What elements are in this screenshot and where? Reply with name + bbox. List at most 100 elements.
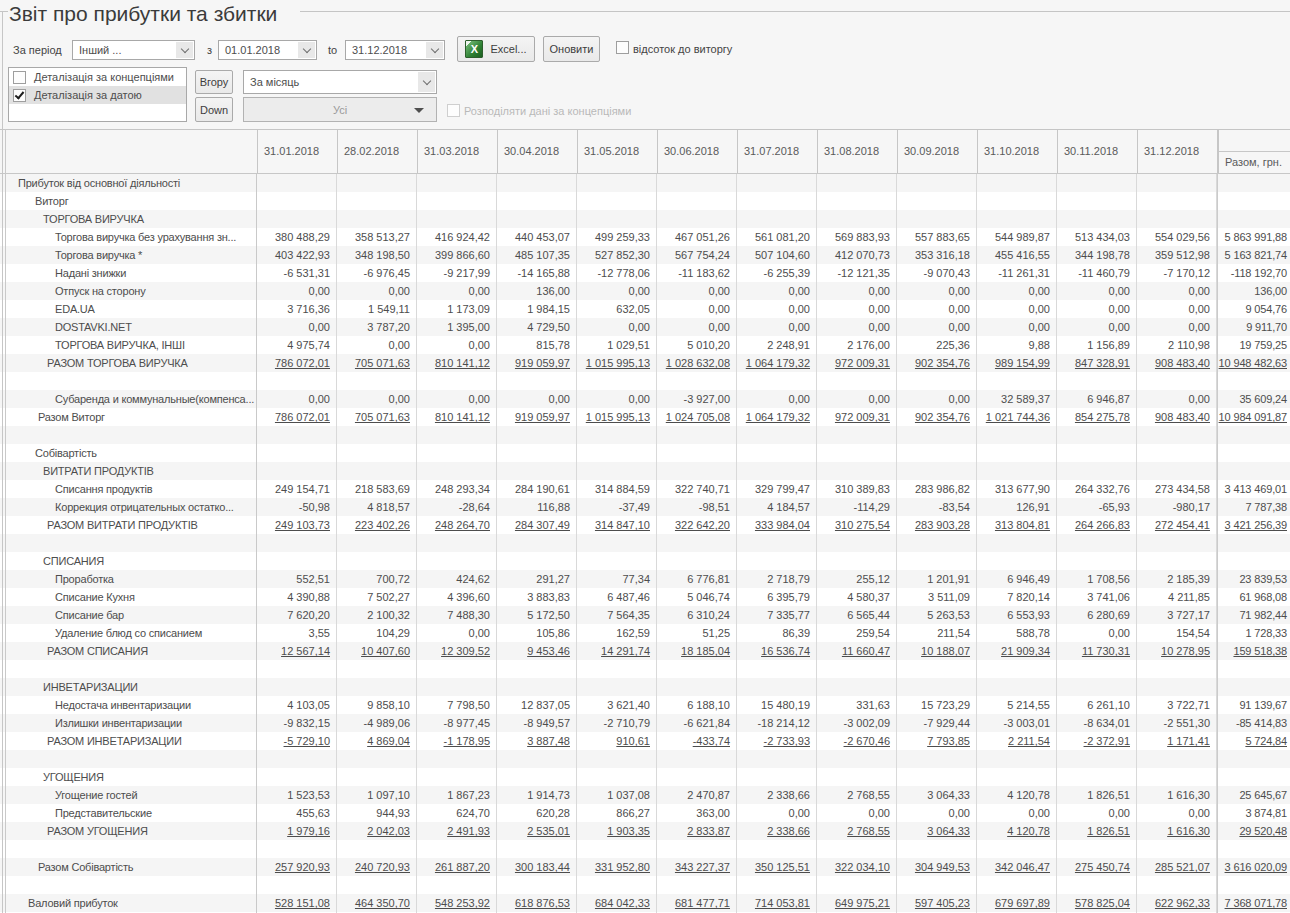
table-row[interactable]: ТОРГОВА ВИРУЧКА, ІНШІ4 975,740,000,00815… [0,336,1290,354]
down-button[interactable]: Down [195,97,233,122]
table-row[interactable]: РАЗОМ ИНВЕТАРИЗАЦИИ-5 729,104 869,04-1 1… [0,732,1290,750]
table-row[interactable]: Надані знижки-6 531,31-6 976,45-9 217,99… [0,264,1290,282]
detail-option-date[interactable]: Деталізація за датою [9,86,186,104]
column-header[interactable]: 31.05.2018 [577,130,657,173]
refresh-button[interactable]: Оновити [543,36,600,62]
cell: 0,00 [817,300,897,318]
cell [897,840,977,858]
cell: 1 064 179,32 [737,408,817,426]
cell: 1 549,11 [337,300,417,318]
cell: 1 097,10 [337,786,417,804]
table-row[interactable]: Торгова виручка без урахування зн...380 … [0,228,1290,246]
column-header[interactable]: 30.11.2018 [1057,130,1137,173]
cell: 313 677,90 [977,480,1057,498]
table-row[interactable]: СПИСАНИЯ [0,552,1290,570]
cell: 2 535,01 [497,822,577,840]
table-row[interactable] [0,660,1290,678]
table-row[interactable]: DOSTAVKI.NET0,003 787,201 395,004 729,50… [0,318,1290,336]
cell: 554 029,56 [1137,228,1217,246]
chevron-down-icon[interactable] [176,42,193,58]
table-row[interactable]: Прибуток від основної діяльності [0,174,1290,192]
column-header[interactable]: 30.06.2018 [657,130,737,173]
chevron-down-icon[interactable] [426,42,443,58]
cell: 18 185,04 [657,642,737,660]
table-row[interactable]: ТОРГОВА ВИРУЧКА [0,210,1290,228]
table-row[interactable]: Удаление блюд со списанием3,55104,290,00… [0,624,1290,642]
table-row[interactable]: Излишки инвентаризации-9 832,15-4 989,06… [0,714,1290,732]
table-row[interactable]: Представительские455,63944,93624,70620,2… [0,804,1290,822]
table-row[interactable]: Списание Кухня4 390,887 502,274 396,603 … [0,588,1290,606]
detail-option-concepts[interactable]: Деталізація за концепціями [9,68,186,86]
cell [497,552,577,570]
concepts-checkbox[interactable] [13,71,26,84]
row-label: РАЗОМ ИНВЕТАРИЗАЦИИ [0,732,257,750]
cell: 2 718,79 [737,570,817,588]
table-row[interactable] [0,840,1290,858]
column-header[interactable]: 31.01.2018 [257,130,337,173]
table-row[interactable]: ВИТРАТИ ПРОДУКТІВ [0,462,1290,480]
table-row[interactable]: Списання продуктів249 154,71218 583,6924… [0,480,1290,498]
percent-checkbox[interactable] [616,41,629,54]
date-from-input[interactable]: 01.01.2018 [218,40,317,60]
table-row[interactable] [0,426,1290,444]
cell: 1 903,35 [577,822,657,840]
column-header[interactable]: 31.12.2018 [1137,130,1217,173]
table-row[interactable]: Списание бар7 620,202 100,327 488,305 17… [0,606,1290,624]
total-column-header[interactable]: Разом, грн. [1217,130,1290,173]
cell: 353 316,18 [897,246,977,264]
table-row[interactable]: УГОЩЕНИЯ [0,768,1290,786]
table-row[interactable]: РАЗОМ УГОЩЕНИЯ1 979,162 042,032 491,932 … [0,822,1290,840]
chevron-down-icon[interactable] [298,42,315,58]
date-checkbox[interactable] [13,89,26,102]
table-row[interactable]: Субаренда и коммунальные(компенса...0,00… [0,390,1290,408]
table-row[interactable]: EDA.UA3 716,361 549,111 173,091 984,1563… [0,300,1290,318]
excel-button[interactable]: X Excel... [457,36,535,62]
table-row[interactable]: ИНВЕТАРИЗАЦИИ [0,678,1290,696]
cell [817,660,897,678]
table-row[interactable]: Проработка552,51700,72424,62291,2777,346… [0,570,1290,588]
cell: 105,86 [497,624,577,642]
column-header[interactable]: 28.02.2018 [337,130,417,173]
table-row[interactable] [0,750,1290,768]
table-row[interactable]: Разом Собівартість257 920,93240 720,9326… [0,858,1290,876]
table-row[interactable]: Коррекция отрицательных остатко...-50,98… [0,498,1290,516]
cell [977,192,1057,210]
table-row[interactable]: Отпуск на сторону0,000,000,00136,000,000… [0,282,1290,300]
table-row[interactable]: Недостача инвентаризации4 103,059 858,10… [0,696,1290,714]
label-column-header [0,130,257,173]
column-header[interactable]: 31.03.2018 [417,130,497,173]
chevron-down-icon[interactable] [418,72,435,92]
table-row[interactable]: РАЗОМ ТОРГОВА ВИРУЧКА786 072,01705 071,6… [0,354,1290,372]
table-row[interactable] [0,534,1290,552]
table-row[interactable]: Валовий прибуток528 151,08464 350,70548 … [0,894,1290,912]
table-row[interactable] [0,876,1290,894]
table-row[interactable]: Угощение гостей1 523,531 097,101 867,231… [0,786,1290,804]
table-row[interactable]: Собівартість [0,444,1290,462]
cell [497,840,577,858]
column-header[interactable]: 30.04.2018 [497,130,577,173]
cell: 333 984,04 [737,516,817,534]
period-select[interactable]: Інший ... [72,40,195,60]
row-label [0,876,257,894]
table-row[interactable]: Разом Виторг786 072,01705 071,63810 141,… [0,408,1290,426]
cell: 810 141,12 [417,408,497,426]
column-header[interactable]: 31.10.2018 [977,130,1057,173]
column-header[interactable]: 31.07.2018 [737,130,817,173]
table-row[interactable]: РАЗОМ СПИСАНИЯ12 567,1410 407,6012 309,5… [0,642,1290,660]
up-button[interactable]: Вгору [195,70,233,94]
table-row[interactable] [0,372,1290,390]
table-row[interactable]: РАЗОМ ВИТРАТИ ПРОДУКТІВ249 103,73223 402… [0,516,1290,534]
row-label: Коррекция отрицательных остатко... [0,498,257,516]
cell [417,768,497,786]
cell [977,210,1057,228]
table-row[interactable]: Виторг [0,192,1290,210]
group-by-select[interactable]: За місяць [243,70,437,94]
date-to-input[interactable]: 31.12.2018 [345,40,445,60]
cell [1137,426,1217,444]
column-header[interactable]: 30.09.2018 [897,130,977,173]
column-header[interactable]: 31.08.2018 [817,130,897,173]
table-row[interactable]: Торгова виручка *403 422,93348 198,50399… [0,246,1290,264]
cell: 240 720,93 [337,858,417,876]
cell: 5 263,53 [897,606,977,624]
cell [737,210,817,228]
